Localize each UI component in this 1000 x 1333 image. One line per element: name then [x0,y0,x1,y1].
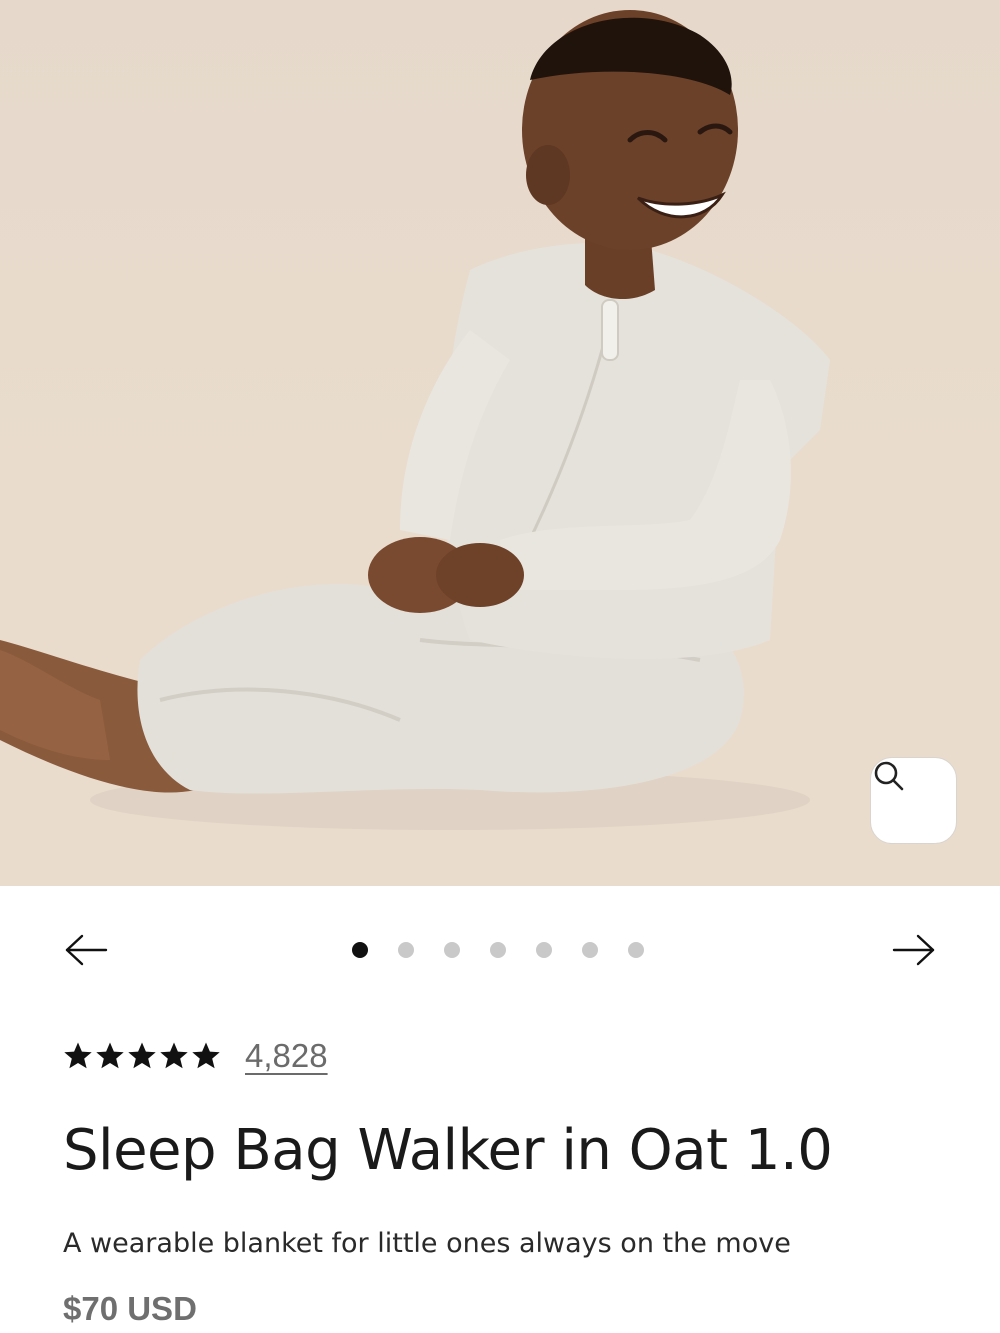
carousel-dot[interactable] [444,942,460,958]
carousel-prev-button[interactable] [62,926,110,974]
carousel-next-button[interactable] [890,926,938,974]
carousel-dot[interactable] [490,942,506,958]
product-image[interactable] [0,0,1000,886]
carousel-dot[interactable] [352,942,368,958]
zoom-button[interactable] [870,757,957,844]
star-icon [160,1042,188,1069]
carousel-dot[interactable] [582,942,598,958]
star-icon [96,1042,124,1069]
product-subtitle: A wearable blanket for little ones alway… [63,1228,791,1259]
search-icon [874,761,904,791]
review-count-link[interactable]: 4,828 [245,1037,328,1075]
product-photo-illustration [0,10,830,830]
arrow-right-icon [892,934,935,966]
carousel-dot[interactable] [536,942,552,958]
carousel-pagination [352,941,674,959]
carousel-dot[interactable] [628,942,644,958]
product-page: 4,828 Sleep Bag Walker in Oat 1.0 A wear… [0,0,1000,1333]
product-price: $70 USD [63,1290,197,1327]
product-title: Sleep Bag Walker in Oat 1.0 [63,1118,833,1183]
product-rating: 4,828 [63,1036,328,1076]
star-icon [128,1042,156,1069]
arrow-left-icon [65,934,108,966]
rating-stars [63,1041,223,1071]
star-icon [192,1042,220,1069]
star-icon [64,1042,92,1069]
carousel-dot[interactable] [398,942,414,958]
